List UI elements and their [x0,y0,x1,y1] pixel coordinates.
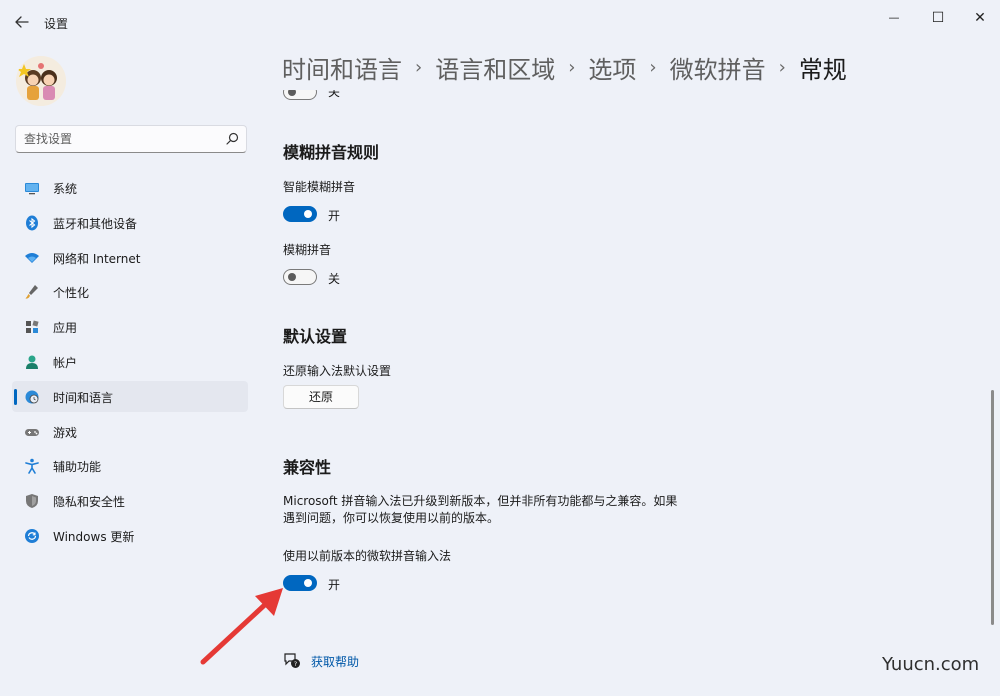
page-title: 常规 [798,56,847,84]
arrow-left-icon [15,16,29,28]
wifi-icon [25,252,39,263]
accessibility-icon [25,459,39,475]
help-icon: ? [284,653,300,668]
breadcrumb-item-microsoft-pinyin[interactable]: 微软拼音 [670,50,766,85]
section-title-compat: 兼容性 [283,458,332,477]
sidebar-item-label: 系统 [53,182,78,196]
sidebar-item-label: Windows 更新 [53,529,135,544]
toggle-knob [288,273,296,281]
sidebar-item-label: 网络和 Internet [53,251,141,266]
apps-icon [26,320,39,334]
sidebar-item-label: 辅助功能 [53,460,102,475]
maximize-button[interactable]: ☐ [924,8,952,28]
partial-toggle-switch[interactable] [283,90,317,100]
sidebar-item-network[interactable]: 网络和 Internet [12,242,248,273]
smart-fuzzy-label: 智能模糊拼音 [283,180,356,194]
sidebar-item-label: 帐户 [53,355,78,370]
settings-window: 设置 — ☐ ✕ 系统 蓝牙和 [0,0,1000,696]
smart-fuzzy-toggle[interactable] [283,206,317,222]
toggle-knob [304,579,312,587]
get-help-link[interactable]: 获取帮助 [311,653,359,670]
sidebar-item-label: 应用 [53,321,78,336]
avatar[interactable] [16,56,66,106]
gamepad-icon [25,428,39,436]
breadcrumb-item-time-language[interactable]: 时间和语言 [282,50,402,85]
title-bar: 设置 — ☐ ✕ [0,0,1000,44]
scrollbar-thumb[interactable] [991,390,994,625]
back-button[interactable] [12,12,32,32]
sidebar-item-personalization[interactable]: 个性化 [12,276,248,307]
breadcrumb: 时间和语言 › 语言和区域 › 选项 › 微软拼音 › 常规 [282,50,847,86]
monitor-icon [25,183,39,195]
sidebar-item-apps[interactable]: 应用 [12,311,248,342]
sidebar-item-label: 游戏 [53,425,78,440]
update-icon [25,528,39,543]
breadcrumb-item-language-region[interactable]: 语言和区域 [435,50,555,85]
shield-icon [26,494,38,509]
globe-clock-icon [25,390,39,404]
brush-icon [25,285,38,299]
close-button[interactable]: ✕ [966,8,994,28]
partial-toggle-state: 关 [328,90,341,99]
restore-defaults-label: 还原输入法默认设置 [283,364,392,378]
watermark-text: Yuucn.com [882,654,980,675]
partial-toggle-row: 关 [282,90,392,102]
sidebar-item-label: 时间和语言 [53,390,114,405]
sidebar-item-accounts[interactable]: 帐户 [12,346,248,377]
restore-button[interactable]: 还原 [283,385,359,409]
section-title-defaults: 默认设置 [283,327,348,346]
breadcrumb-separator-icon: › [415,57,423,78]
minimize-button[interactable]: — [880,8,908,28]
section-title-fuzzy: 模糊拼音规则 [283,143,380,162]
breadcrumb-item-options[interactable]: 选项 [588,50,636,85]
legacy-ime-label: 使用以前版本的微软拼音输入法 [283,549,452,563]
sidebar-nav: 系统 蓝牙和其他设备 网络和 Internet 个性化 应用 帐户 时间和语言 [12,172,248,555]
fuzzy-pinyin-toggle[interactable] [283,269,317,285]
toggle-knob [288,90,296,96]
legacy-ime-state: 开 [328,578,341,592]
user-avatar-image [16,56,66,106]
bluetooth-icon [26,215,38,231]
fuzzy-pinyin-state: 关 [328,272,341,286]
sidebar-item-time-language[interactable]: 时间和语言 [12,380,248,412]
breadcrumb-separator-icon: › [649,57,657,78]
sidebar-item-windows-update[interactable]: Windows 更新 [12,520,248,551]
sidebar-item-label: 蓝牙和其他设备 [53,216,138,231]
sidebar-item-system[interactable]: 系统 [12,172,248,203]
toggle-knob [304,210,312,218]
sidebar-item-privacy[interactable]: 隐私和安全性 [12,485,248,516]
smart-fuzzy-state: 开 [328,209,341,223]
person-icon [26,355,38,369]
svg-text:?: ? [294,660,297,668]
breadcrumb-separator-icon: › [778,57,786,78]
search-box[interactable] [15,125,247,153]
app-title: 设置 [44,17,69,31]
search-icon[interactable] [224,131,240,147]
sidebar-item-bluetooth[interactable]: 蓝牙和其他设备 [12,207,248,238]
sidebar-item-label: 隐私和安全性 [53,495,126,510]
sidebar-item-label: 个性化 [53,286,90,301]
compat-description: Microsoft 拼音输入法已升级到新版本，但并非所有功能都与之兼容。如果遇到… [283,494,678,525]
sidebar-item-gaming[interactable]: 游戏 [12,416,248,447]
sidebar-item-accessibility[interactable]: 辅助功能 [12,450,248,481]
red-arrow-annotation [200,588,283,665]
breadcrumb-separator-icon: › [568,57,576,78]
fuzzy-pinyin-label: 模糊拼音 [283,243,332,257]
search-input[interactable] [24,131,214,147]
